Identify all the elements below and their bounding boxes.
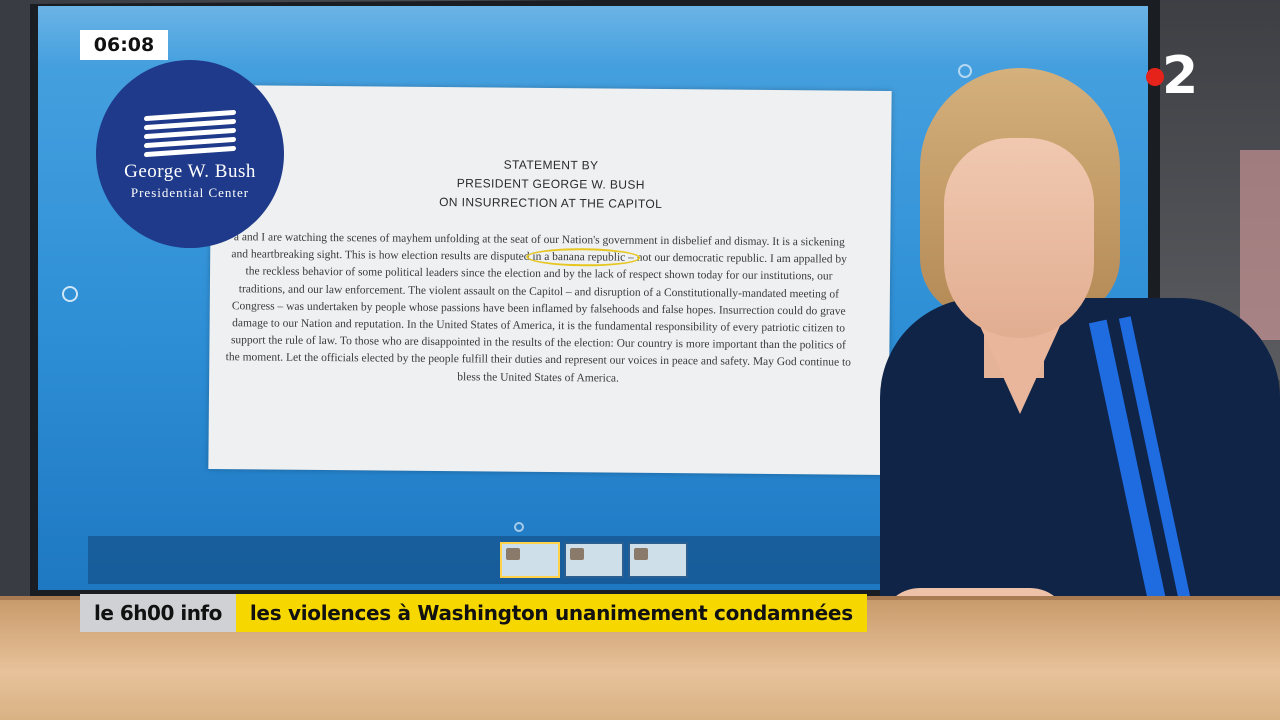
handle-circle-icon[interactable]	[514, 522, 524, 532]
lower-third: le 6h00 info les violences à Washington …	[80, 594, 867, 632]
logo-title: George W. Bush	[124, 161, 256, 182]
highlighted-phrase: in a banana republic –	[532, 251, 634, 264]
body-text: not our democratic republic. I am appall…	[225, 251, 851, 385]
slide-thumbnail[interactable]	[564, 542, 624, 578]
statement-body: a and I are watching the scenes of mayhe…	[223, 229, 854, 389]
channel-number: 2	[1162, 46, 1199, 106]
slide-thumbnails	[500, 542, 688, 578]
slide-thumbnail[interactable]	[500, 542, 560, 578]
slide-thumbnail[interactable]	[628, 542, 688, 578]
channel-logo: 2	[1146, 48, 1216, 104]
statement-heading: STATEMENT BY PRESIDENT GEORGE W. BUSH ON…	[211, 153, 891, 216]
menu-circle-icon[interactable]	[62, 286, 78, 302]
statement-document: STATEMENT BY PRESIDENT GEORGE W. BUSH ON…	[208, 85, 892, 475]
headline: les violences à Washington unanimement c…	[235, 594, 867, 632]
show-tag: le 6h00 info	[80, 594, 236, 632]
flag-icon	[144, 109, 236, 158]
clock-display: 06:08	[80, 30, 168, 60]
bush-center-logo: George W. Bush Presidential Center	[96, 60, 284, 248]
presenter-face	[944, 138, 1094, 338]
logo-subtitle: Presidential Center	[130, 185, 250, 200]
screen-reflection	[38, 6, 1148, 66]
